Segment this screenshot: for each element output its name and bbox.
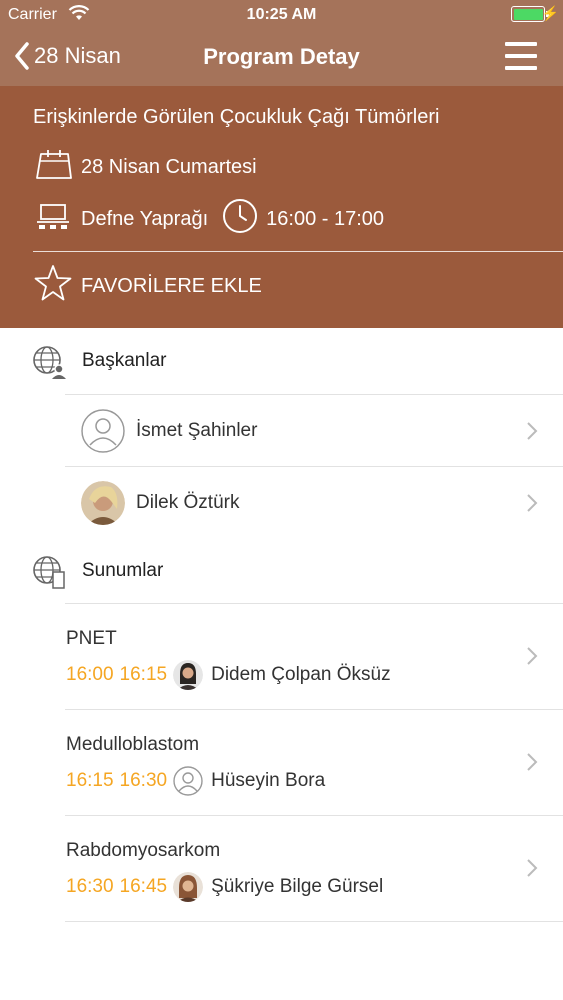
clock-icon [222,198,258,240]
avatar [173,660,204,690]
presentation-title: PNET [66,628,117,649]
chevron-right-icon [527,859,538,877]
battery-icon [511,6,545,22]
chairs-section-header: Başkanlar [0,328,563,394]
chevron-right-icon [527,647,538,665]
info-divider [33,251,563,252]
session-venue: Defne Yaprağı [81,207,209,230]
presentation-start: 16:00 [66,664,114,685]
status-time: 10:25 AM [246,6,317,23]
add-favorite-button[interactable]: FAVORİLERE EKLE [33,264,262,308]
session-date-row: 28 Nisan Cumartesi [35,148,257,186]
chair-name: Dilek Öztürk [136,492,240,513]
globe-document-icon [32,555,66,594]
list-item[interactable]: Dilek Öztürk [0,467,563,537]
presentations-section-header: Sunumlar [0,538,563,604]
presentation-end: 16:30 [119,770,168,791]
avatar [173,872,204,902]
list-item[interactable]: Rabdomyosarkom 16:30 16:45 Şükriye Bilge… [0,816,563,922]
star-icon [33,264,73,308]
presentations-header-label: Sunumlar [82,560,164,581]
avatar [81,409,125,453]
page-title: Program Detay [203,44,360,69]
avatar [173,766,203,796]
presentation-end: 16:15 [119,664,168,685]
calendar-icon [35,148,73,186]
presentation-meta: 16:15 16:30 Hüseyin Bora [66,766,325,796]
presentation-title: Medulloblastom [66,734,200,755]
status-bar: Carrier 10:25 AM ⚡ [0,0,563,30]
presentation-meta: 16:00 16:15 Didem Çolpan Öksüz [66,660,391,690]
session-venue-row: Defne Yaprağı 16:00 - 17:00 [35,198,384,240]
speaker-name: Hüseyin Bora [211,770,326,791]
list-item[interactable]: PNET 16:00 16:15 Didem Çolpan Öksüz [0,604,563,710]
session-title: Erişkinlerde Görülen Çocukluk Çağı Tümör… [33,106,440,128]
speaker-name: Şükriye Bilge Gürsel [211,876,384,897]
chevron-right-icon [527,494,538,512]
presentation-start: 16:30 [66,876,114,897]
session-date: 28 Nisan Cumartesi [81,155,257,178]
avatar [81,481,125,525]
speaker-name: Didem Çolpan Öksüz [211,664,391,685]
divider [65,921,563,922]
session-info: Erişkinlerde Görülen Çocukluk Çağı Tümör… [0,86,563,328]
chevron-right-icon [527,753,538,771]
globe-person-icon [32,345,66,384]
chair-name: İsmet Şahinler [136,420,258,441]
presentation-title: Rabdomyosarkom [66,840,221,861]
session-time: 16:00 - 17:00 [266,207,385,230]
add-favorite-label: FAVORİLERE EKLE [81,274,262,297]
chevron-right-icon [527,422,538,440]
hamburger-menu-icon[interactable] [505,42,537,70]
list-item[interactable]: İsmet Şahinler [0,395,563,465]
presentation-meta: 16:30 16:45 Şükriye Bilge Gürsel [66,872,383,902]
nav-bar: 28 Nisan Program Detay [0,30,563,86]
chairs-header-label: Başkanlar [82,350,167,371]
charging-bolt-icon: ⚡ [541,5,559,21]
presentation-end: 16:45 [119,876,168,897]
presentation-start: 16:15 [66,770,114,791]
list-item[interactable]: Medulloblastom 16:15 16:30 Hüseyin Bora [0,710,563,816]
room-icon [35,202,71,236]
